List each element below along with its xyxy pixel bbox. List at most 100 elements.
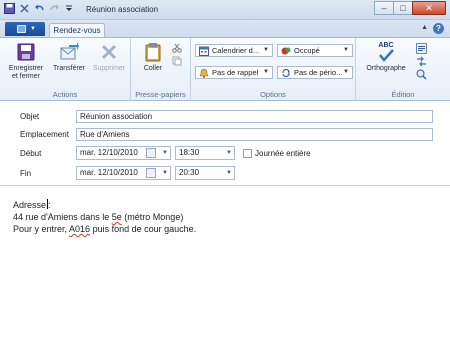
start-time-picker[interactable]: 18:30 ▼ (175, 146, 235, 160)
group-actions: Enregistrer et fermer Transférer Supprim… (0, 38, 131, 101)
ribbon: Enregistrer et fermer Transférer Supprim… (0, 37, 450, 101)
paste-label: Coller (143, 65, 163, 72)
ribbon-tab-row: ▼ Rendez-vous ▲ ? (0, 20, 450, 38)
save-close-button[interactable]: Enregistrer et fermer (6, 42, 46, 81)
tab-rendez-vous[interactable]: Rendez-vous (49, 23, 105, 38)
end-date-value: mar. 12/10/2010 (80, 168, 138, 177)
save-close-label-1: Enregistrer (8, 65, 44, 72)
file-menu-button[interactable]: ▼ (5, 22, 45, 36)
forward-label: Transférer (52, 65, 86, 72)
calendar-icon[interactable] (146, 168, 156, 178)
body-text[interactable]: Adresse: 44 rue d'Amiens dans le 5e (mét… (13, 199, 196, 235)
subject-label: Objet (20, 112, 40, 121)
body-line-3-misspelled: A016 (69, 224, 91, 234)
window-title: Réunion association (86, 5, 159, 14)
close-x-icon[interactable] (19, 3, 30, 14)
body-line-3: Pour y entrer, A016 puis fond de cour ga… (13, 223, 196, 235)
find-icon[interactable] (416, 43, 427, 56)
start-date-picker[interactable]: mar. 12/10/2010 ▼ (76, 146, 171, 160)
spelling-button[interactable]: ABC Orthographe (360, 42, 412, 73)
show-as-value: Occupé (294, 46, 320, 55)
all-day-label: Journée entière (255, 149, 311, 158)
calendar-icon[interactable] (146, 148, 156, 158)
zoom-icon[interactable] (416, 69, 427, 82)
calendar-value: Calendrier d... (212, 46, 260, 55)
subject-input[interactable]: Réunion association (76, 110, 433, 123)
spelling-label: Orthographe (366, 65, 406, 72)
delete-button[interactable]: Supprimer (90, 42, 128, 73)
group-edition: ABC Orthographe Édition (356, 38, 450, 101)
group-options-label: Options (260, 90, 286, 99)
busy-status-icon (281, 46, 291, 56)
customize-dropdown-icon[interactable] (64, 3, 75, 14)
chevron-down-icon: ▼ (30, 26, 36, 32)
abc-label: ABC (378, 42, 394, 49)
end-label: Fin (20, 169, 32, 178)
group-clipboard-label: Presse-papiers (135, 90, 186, 99)
show-as-dropdown[interactable]: Occupé ▼ (277, 44, 353, 57)
end-date-picker[interactable]: mar. 12/10/2010 ▼ (76, 166, 171, 180)
group-edition-label: Édition (391, 90, 415, 99)
calendar-dropdown[interactable]: Calendrier d... ▼ (195, 44, 273, 57)
reminder-value: Pas de rappel (212, 68, 259, 77)
spelling-check-icon: ABC (376, 42, 396, 62)
replace-icon[interactable] (416, 56, 427, 69)
chevron-down-icon[interactable]: ▼ (226, 167, 232, 179)
title-bar: Réunion association – □ ✕ (0, 0, 450, 20)
appointment-body-editor[interactable]: Adresse: 44 rue d'Amiens dans le 5e (mét… (0, 187, 450, 350)
chevron-down-icon: ▼ (263, 47, 269, 53)
chevron-down-icon[interactable]: ▼ (162, 167, 168, 179)
quick-access-toolbar (4, 3, 75, 14)
save-icon[interactable] (4, 3, 15, 14)
body-line-2-misspelled: 5e (111, 212, 122, 222)
location-label: Emplacement (20, 130, 69, 139)
body-line-3-a: Pour y entrer, (13, 224, 70, 234)
reminder-dropdown[interactable]: Pas de rappel ▼ (195, 66, 273, 79)
chevron-down-icon: ▼ (343, 69, 349, 75)
redo-icon[interactable] (49, 3, 60, 14)
copy-icon[interactable] (172, 56, 182, 68)
end-time-value: 20:30 (179, 168, 200, 177)
chevron-down-icon: ▼ (263, 69, 269, 75)
appointment-form: Objet Réunion association Emplacement Ru… (0, 101, 450, 186)
group-clipboard: Coller Presse-papiers (131, 38, 191, 101)
body-line-3-c: puis fond de cour gauche. (90, 224, 197, 234)
all-day-checkbox[interactable] (243, 149, 252, 158)
start-time-value: 18:30 (179, 148, 200, 157)
location-input[interactable]: Rue d'Amiens (76, 128, 433, 141)
body-line-1: Adresse: (13, 199, 196, 211)
floppy-disk-icon (16, 42, 36, 62)
paste-button[interactable]: Coller (137, 42, 169, 73)
chevron-down-icon: ▼ (343, 47, 349, 53)
body-line-2-c: (métro Monge) (121, 212, 184, 222)
end-time-picker[interactable]: 20:30 ▼ (175, 166, 235, 180)
body-line-1-colon: : (48, 200, 51, 210)
minimize-ribbon-icon[interactable]: ▲ (421, 24, 428, 31)
body-line-1-text: Adresse (13, 200, 47, 210)
start-label: Début (20, 149, 42, 158)
help-icon[interactable]: ? (433, 23, 444, 34)
chevron-down-icon[interactable]: ▼ (226, 147, 232, 159)
undo-icon[interactable] (34, 3, 45, 14)
delete-label: Supprimer (92, 65, 126, 72)
close-button[interactable]: ✕ (412, 1, 446, 15)
recurrence-dropdown[interactable]: Pas de pério... ▼ (277, 66, 353, 79)
recurrence-icon (281, 68, 291, 78)
cut-icon[interactable] (172, 43, 182, 55)
chevron-down-icon[interactable]: ▼ (162, 147, 168, 159)
forward-icon (59, 42, 79, 62)
delete-x-icon (99, 42, 119, 62)
group-actions-label: Actions (52, 90, 78, 99)
calendar-icon (199, 46, 209, 56)
clipboard-icon (143, 42, 163, 62)
forward-button[interactable]: Transférer (50, 42, 88, 73)
body-line-2-a: 44 rue d'Amiens dans le (13, 212, 112, 222)
save-close-label-2: et fermer (11, 73, 40, 80)
window-controls: – □ ✕ (374, 1, 446, 15)
maximize-button[interactable]: □ (393, 1, 413, 15)
minimize-button[interactable]: – (374, 1, 394, 15)
recurrence-value: Pas de pério... (294, 68, 343, 77)
start-date-value: mar. 12/10/2010 (80, 148, 138, 157)
file-menu-icon (17, 25, 26, 33)
group-options: Calendrier d... ▼ Occupé ▼ Pas de rappel… (191, 38, 356, 101)
